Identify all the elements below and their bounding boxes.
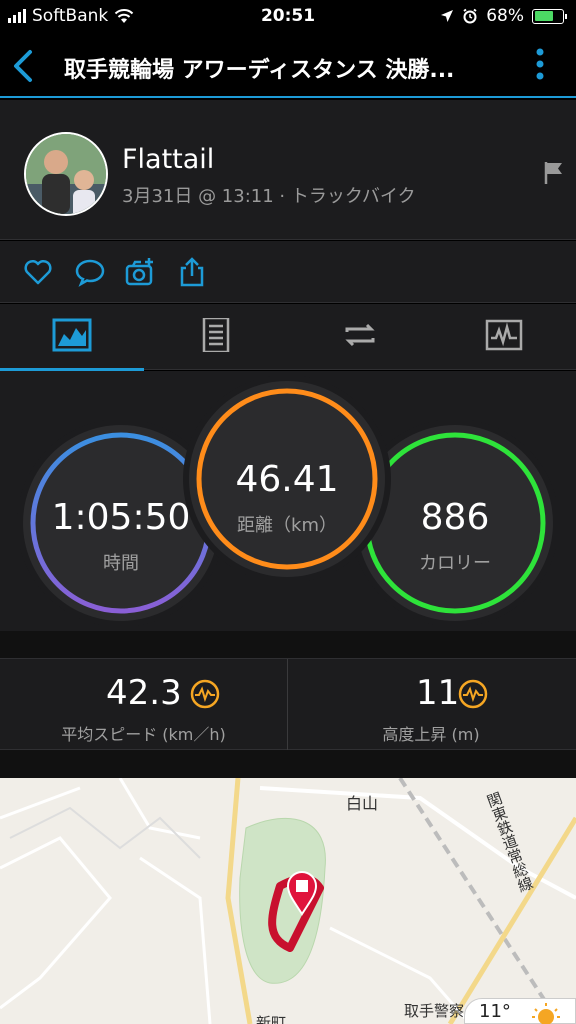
temperature-value: 11° [479, 1001, 511, 1022]
avg-speed-label: 平均スピード (km／h) [61, 725, 226, 744]
battery-icon [532, 8, 567, 24]
camera-icon[interactable] [124, 256, 156, 288]
battery-level [534, 11, 553, 21]
status-right: 68% [440, 6, 567, 26]
navigation-bar: 取手競輪場 アワーディスタンス 決勝... [0, 34, 576, 98]
avatar[interactable] [24, 132, 108, 216]
distance-value: 46.41 [235, 459, 339, 500]
map-label-police: 取手警察 [404, 1002, 465, 1020]
section-spacer [0, 750, 576, 778]
activity-title: 取手競輪場 アワーディスタンス 決勝... [64, 58, 455, 83]
share-icon[interactable] [176, 256, 208, 288]
map-label-hakusan: 白山 [346, 794, 379, 813]
calories-ring[interactable]: 886 カロリー [357, 425, 553, 621]
charts-icon [485, 319, 523, 351]
alarm-icon [463, 8, 477, 24]
status-bar: SoftBank 20:51 68% [0, 0, 576, 34]
flag-icon[interactable] [542, 160, 566, 186]
weather-badge: 11° [464, 998, 576, 1024]
avg-speed-metric[interactable]: 42.3 平均スピード (km／h) [0, 659, 287, 751]
section-spacer [0, 631, 576, 658]
comment-icon[interactable] [74, 256, 106, 288]
secondary-metrics: 42.3 平均スピード (km／h) 11 高度上昇 (m) [0, 658, 576, 751]
distance-ring[interactable]: 46.41 距離（km） [189, 381, 385, 577]
back-chevron-icon[interactable] [10, 48, 40, 84]
activity-pulse-icon [190, 679, 220, 709]
tab-laps[interactable] [288, 304, 432, 370]
map-label-town: 新町 [256, 1014, 287, 1024]
activity-pulse-icon [458, 679, 488, 709]
sun-icon [532, 1003, 560, 1024]
activity-owner: Flattail 3月31日 @ 13:11 · トラックバイク [0, 100, 576, 240]
laps-repeat-icon [345, 323, 375, 347]
battery-percent: 68% [486, 6, 524, 26]
tab-charts[interactable] [432, 304, 576, 370]
tab-details[interactable] [144, 304, 288, 370]
avatar-photo [26, 134, 106, 214]
calories-value: 886 [420, 497, 490, 538]
location-arrow-icon [441, 10, 454, 22]
summary-stats: 1:05:50 時間 886 カロリー 46.41 距離（km） [0, 371, 576, 631]
owner-name[interactable]: Flattail [122, 144, 214, 175]
details-list-icon [202, 318, 230, 352]
activity-tabs [0, 304, 576, 371]
elevation-gain-metric[interactable]: 11 高度上昇 (m) [287, 659, 574, 751]
distance-label: 距離（km） [237, 515, 337, 536]
tab-overview[interactable] [0, 304, 144, 371]
route-map[interactable]: 白山 関東鉄道常総線 取手警察 新町 11° [0, 778, 576, 1024]
activity-date-type: 3月31日 @ 13:11 · トラックバイク [122, 186, 416, 207]
heart-icon[interactable] [22, 256, 54, 288]
social-actions [0, 241, 576, 303]
more-vertical-icon[interactable] [530, 46, 550, 86]
route-end-marker-icon [286, 871, 318, 916]
overview-icon [52, 318, 92, 352]
elevation-gain-value: 11 [416, 673, 460, 713]
elevation-gain-label: 高度上昇 (m) [382, 725, 480, 744]
calories-label: カロリー [419, 553, 491, 574]
avg-speed-value: 42.3 [106, 673, 182, 713]
